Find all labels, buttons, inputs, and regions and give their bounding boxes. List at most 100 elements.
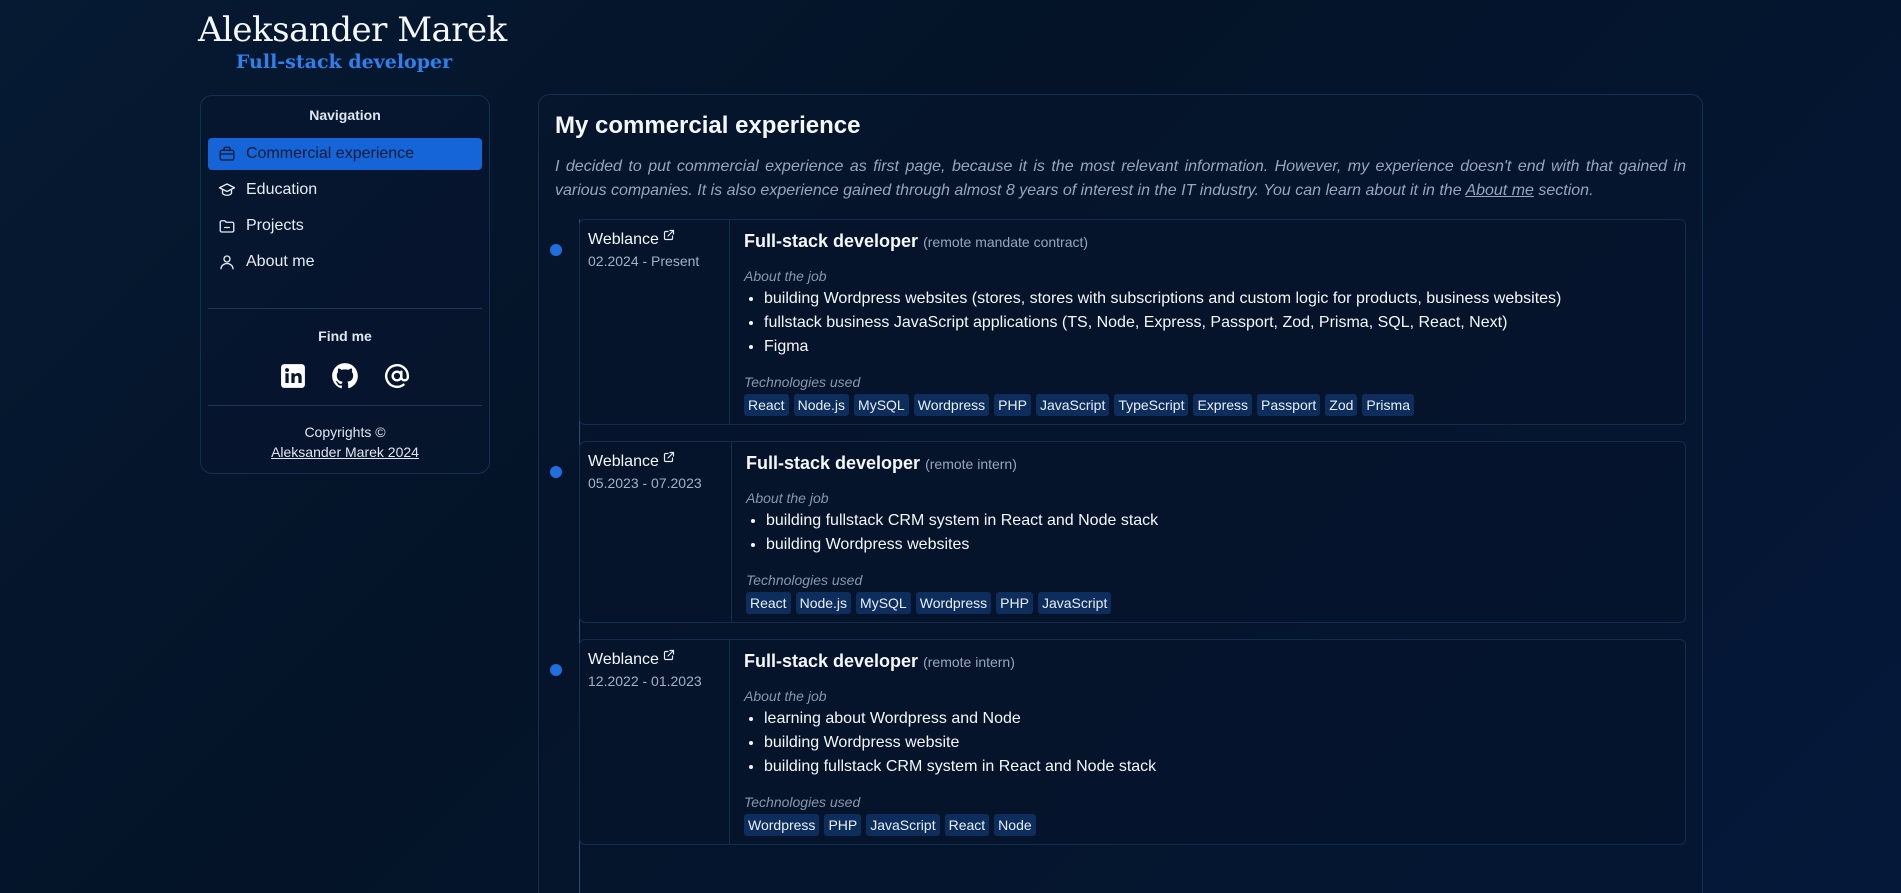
nav-item-label: Education [246, 181, 318, 198]
about-me-link[interactable]: About me [1465, 182, 1533, 199]
about-the-job-label: About the job [746, 490, 829, 506]
timeline-dot [550, 244, 562, 256]
timeline-dot [550, 466, 562, 478]
company-label: Weblance [588, 651, 659, 668]
tech-tag: PHP [994, 394, 1031, 416]
list-item: building fullstack CRM system in React a… [766, 509, 1671, 533]
social-links [208, 361, 482, 391]
timeline-dot [550, 664, 562, 676]
copyright-line: Copyrights © [304, 424, 386, 440]
tech-tag: MySQL [856, 592, 911, 614]
job-title: Full-stack developer (remote intern) [746, 452, 1671, 475]
list-item: fullstack business JavaScript applicatio… [764, 311, 1671, 335]
brand-name: Aleksander Marek [198, 10, 507, 50]
brand-header: Aleksander Marek Full-stack developer [198, 8, 507, 74]
tech-tag: Zod [1325, 394, 1358, 416]
folder-open-icon [218, 217, 236, 235]
portfolio-page: Aleksander Marek Full-stack developer Na… [0, 0, 1901, 893]
entry-details: Full-stack developer (remote mandate con… [730, 220, 1685, 424]
list-item: Figma [764, 335, 1671, 359]
tech-tags: React Node.js MySQL Wordpress PHP JavaSc… [744, 394, 1671, 416]
tech-tag: Node.js [793, 394, 850, 416]
user-icon [218, 253, 236, 271]
job-title-text: Full-stack developer [744, 651, 919, 671]
nav-item-about-me[interactable]: About me [208, 246, 482, 278]
find-me-section: Find me Copyrights © Aleksander Marek 20… [208, 308, 482, 462]
nav-item-label: About me [246, 253, 315, 270]
list-item: building Wordpress website [764, 731, 1671, 755]
technologies-label: Technologies used [744, 794, 861, 810]
company-name: Weblance [588, 647, 721, 670]
tech-tag: JavaScript [1035, 394, 1110, 416]
company-name: Weblance [588, 227, 721, 250]
intro-end: section. [1533, 182, 1594, 199]
external-link-icon[interactable] [663, 227, 675, 247]
job-type: (remote mandate contract) [923, 234, 1089, 250]
tech-tag: Wordpress [744, 814, 820, 836]
tech-tag: Passport [1257, 394, 1321, 416]
experience-entry: Weblance 12.2022 - 01.2023 Full-stack de… [550, 639, 1686, 845]
tech-tag: React [944, 814, 990, 836]
page-title: My commercial experience [555, 112, 861, 139]
copyright-link[interactable]: Aleksander Marek 2024 [271, 444, 419, 460]
graduation-cap-icon [218, 181, 236, 199]
main-panel: My commercial experience I decided to pu… [538, 94, 1703, 893]
experience-entry: Weblance 02.2024 - Present Full-stack de… [550, 219, 1686, 425]
tech-tag: Prisma [1362, 394, 1414, 416]
nav-item-commercial-experience[interactable]: Commercial experience [208, 138, 482, 170]
list-item: learning about Wordpress and Node [764, 707, 1671, 731]
company-name: Weblance [588, 449, 723, 472]
job-type: (remote intern) [925, 456, 1017, 472]
list-item: building fullstack CRM system in React a… [764, 755, 1671, 779]
list-item: building Wordpress websites [766, 533, 1671, 557]
external-link-icon[interactable] [663, 647, 675, 667]
navigation-heading: Navigation [309, 107, 381, 123]
company-label: Weblance [588, 453, 659, 470]
tech-tag: MySQL [854, 394, 909, 416]
entry-details: Full-stack developer (remote intern) Abo… [732, 442, 1685, 622]
nav-item-education[interactable]: Education [208, 174, 482, 206]
about-the-job-label: About the job [744, 688, 827, 704]
duties-list: building Wordpress websites (stores, sto… [744, 287, 1671, 359]
job-title-text: Full-stack developer [744, 231, 919, 251]
nav-item-projects[interactable]: Projects [208, 210, 482, 242]
sidebar: Navigation Commercial experience Educati… [200, 95, 490, 474]
at-sign-icon[interactable] [382, 361, 412, 391]
external-link-icon[interactable] [663, 449, 675, 469]
job-title: Full-stack developer (remote intern) [744, 650, 1671, 673]
entry-company-column: Weblance 05.2023 - 07.2023 [580, 442, 732, 622]
github-icon[interactable] [330, 361, 360, 391]
nav-list: Commercial experience Education Projects… [208, 138, 482, 278]
copyright: Copyrights © Aleksander Marek 2024 [208, 405, 482, 462]
technologies-label: Technologies used [746, 572, 863, 588]
tech-tag: React [746, 592, 791, 614]
technologies-label: Technologies used [744, 374, 861, 390]
linkedin-icon[interactable] [278, 361, 308, 391]
tech-tags: Wordpress PHP JavaScript React Node [744, 814, 1671, 836]
job-type: (remote intern) [923, 654, 1015, 670]
duties-list: learning about Wordpress and Node buildi… [744, 707, 1671, 779]
company-label: Weblance [588, 231, 659, 248]
entry-company-column: Weblance 12.2022 - 01.2023 [580, 640, 730, 844]
nav-item-label: Projects [246, 217, 304, 234]
nav-item-label: Commercial experience [246, 145, 415, 162]
tech-tag: JavaScript [866, 814, 940, 836]
tech-tag: Wordpress [913, 394, 990, 416]
intro-paragraph: I decided to put commercial experience a… [555, 155, 1686, 203]
list-item: building Wordpress websites (stores, sto… [764, 287, 1671, 311]
tech-tag: PHP [824, 814, 862, 836]
entry-details: Full-stack developer (remote intern) Abo… [730, 640, 1685, 844]
briefcase-icon [218, 145, 236, 163]
tech-tags: React Node.js MySQL Wordpress PHP JavaSc… [746, 592, 1671, 614]
tech-tag: JavaScript [1037, 592, 1112, 614]
tech-tag: TypeScript [1114, 394, 1189, 416]
experience-entry: Weblance 05.2023 - 07.2023 Full-stack de… [550, 441, 1686, 623]
employment-dates: 12.2022 - 01.2023 [588, 673, 702, 689]
experience-timeline: Weblance 02.2024 - Present Full-stack de… [550, 219, 1686, 893]
job-title-text: Full-stack developer [746, 453, 921, 473]
employment-dates: 05.2023 - 07.2023 [588, 475, 702, 491]
tech-tag: Node [994, 814, 1036, 836]
tech-tag: PHP [996, 592, 1033, 614]
brand-role: Full-stack developer [235, 51, 453, 73]
job-title: Full-stack developer (remote mandate con… [744, 230, 1671, 253]
